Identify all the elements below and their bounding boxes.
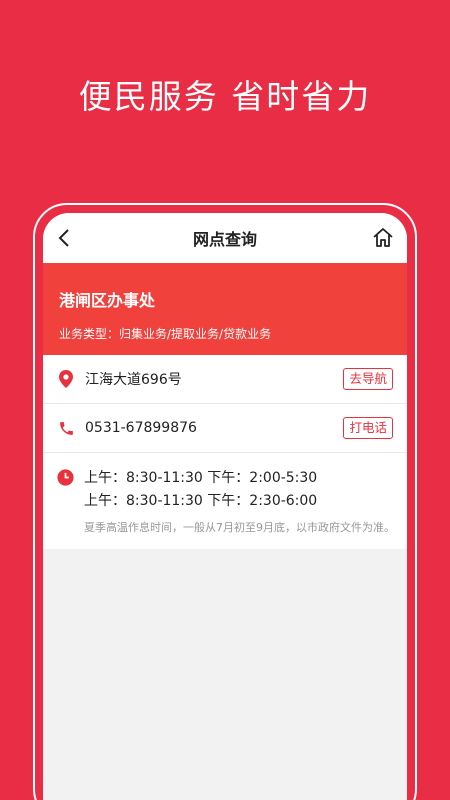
hours-line-summer: 上午：8:30-11:30 下午：2:00-5:30 [84, 470, 318, 486]
phone-number: 0531-67899876 [85, 420, 197, 436]
navbar: 网点查询 [43, 213, 407, 263]
navigate-button[interactable]: 去导航 [343, 368, 393, 390]
phone-row: 0531-67899876 打电话 [43, 404, 407, 453]
home-icon[interactable] [371, 226, 395, 250]
chevron-left-icon[interactable] [53, 226, 77, 250]
hours-note: 夏季高温作息时间，一般从7月初至9月底，以市政府文件为准。 [84, 521, 395, 534]
hours-line-regular: 上午：8:30-11:30 下午：2:30-6:00 [84, 493, 318, 509]
phone-screen: 网点查询 港闸区办事处 业务类型：归集业务/提取业务/贷款业务 江海大道696号… [43, 213, 407, 800]
office-name: 港闸区办事处 [59, 291, 156, 310]
location-pin-icon [57, 370, 75, 388]
office-details-card: 江海大道696号 去导航 0531-67899876 打电话 上午：8:30-1… [43, 355, 407, 549]
address-row: 江海大道696号 去导航 [43, 355, 407, 404]
hero-slogan: 便民服务 省时省力 [78, 77, 372, 116]
call-button[interactable]: 打电话 [343, 417, 393, 439]
clock-icon [57, 469, 74, 487]
office-hours: 上午：8:30-11:30 下午：2:00-5:30 上午：8:30-11:30… [43, 453, 407, 549]
phone-icon [57, 419, 75, 437]
business-types: 业务类型：归集业务/提取业务/贷款业务 [59, 327, 272, 341]
address-text: 江海大道696号 [85, 372, 182, 388]
office-banner: 港闸区办事处 业务类型：归集业务/提取业务/贷款业务 [43, 263, 407, 355]
page-title: 网点查询 [192, 230, 257, 249]
